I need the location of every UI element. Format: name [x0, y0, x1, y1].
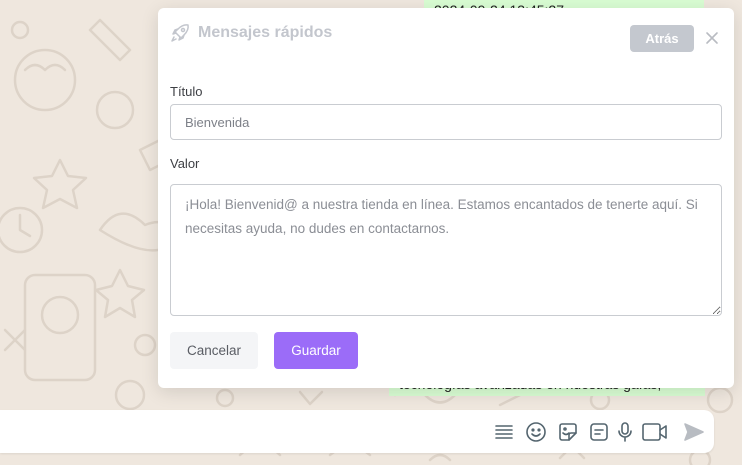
emoji-icon[interactable]	[524, 420, 548, 444]
document-icon[interactable]	[587, 420, 611, 444]
back-button[interactable]: Atrás	[630, 25, 694, 52]
rocket-icon	[170, 23, 190, 43]
message-composer	[0, 410, 714, 453]
list-icon[interactable]	[492, 420, 516, 444]
title-input[interactable]	[170, 104, 722, 140]
quick-messages-modal: Mensajes rápidos Atrás Título Valor Canc…	[158, 8, 734, 388]
microphone-icon[interactable]	[613, 420, 637, 444]
sticker-icon[interactable]	[556, 420, 580, 444]
close-icon[interactable]	[704, 30, 720, 46]
send-icon[interactable]	[682, 420, 706, 444]
modal-header: Mensajes rápidos Atrás	[158, 8, 734, 64]
value-field-label: Valor	[170, 156, 200, 171]
value-textarea[interactable]	[170, 184, 722, 316]
title-field-label: Título	[170, 84, 203, 99]
modal-title: Mensajes rápidos	[198, 24, 333, 41]
video-icon[interactable]	[641, 420, 669, 444]
cancel-button[interactable]: Cancelar	[170, 332, 258, 369]
save-button[interactable]: Guardar	[274, 332, 358, 369]
